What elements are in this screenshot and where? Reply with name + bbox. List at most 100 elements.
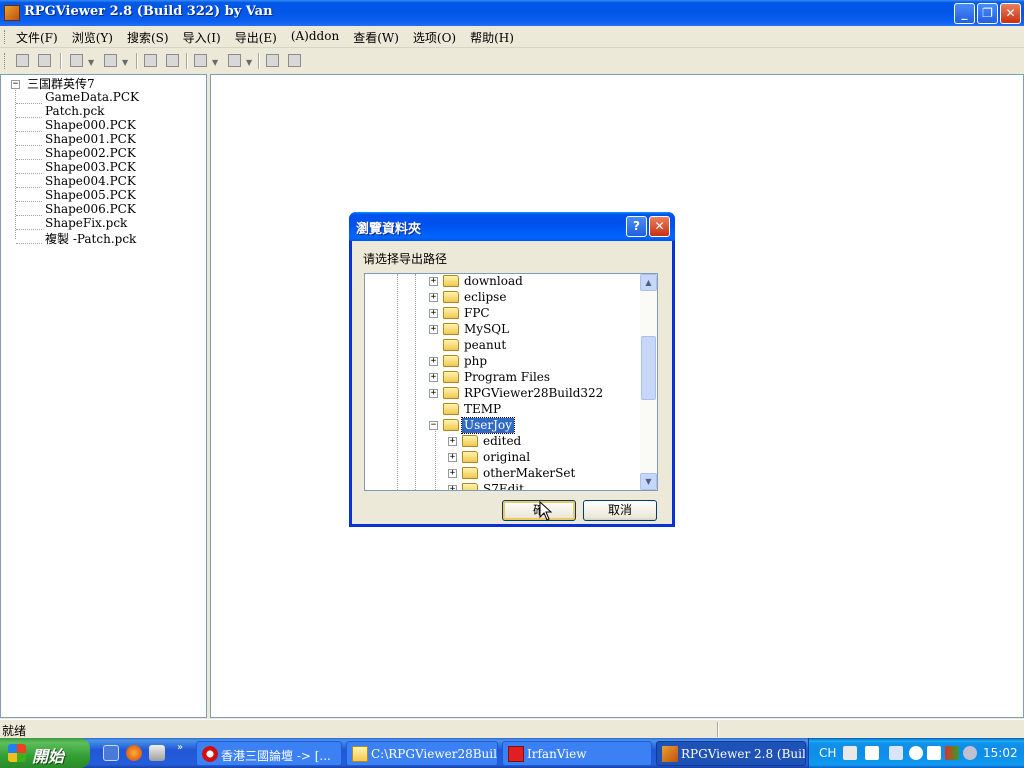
app-icon[interactable] bbox=[4, 5, 20, 21]
collapse-icon[interactable]: − bbox=[429, 421, 438, 430]
expand-icon[interactable]: + bbox=[448, 437, 457, 446]
save-icon[interactable] bbox=[14, 52, 32, 70]
clock[interactable]: 15:02 bbox=[983, 746, 1018, 760]
expand-icon[interactable]: + bbox=[448, 453, 457, 462]
title-bar[interactable]: RPGViewer 2.8 (Build 322) by Van _ ❐ ✕ bbox=[0, 0, 1024, 26]
folder-label[interactable]: php bbox=[462, 354, 489, 369]
task-rpgviewer[interactable]: RPGViewer 2.8 (Buil... bbox=[656, 741, 806, 766]
collapse-icon[interactable]: − bbox=[11, 80, 20, 89]
expand-icon[interactable]: + bbox=[429, 277, 438, 286]
folder-label[interactable]: TEMP bbox=[462, 402, 503, 417]
folder-icon bbox=[352, 746, 368, 762]
restore-button[interactable]: ❐ bbox=[977, 3, 998, 24]
security-tray-icon[interactable] bbox=[945, 746, 959, 760]
menu-file[interactable]: 文件(F) bbox=[16, 29, 58, 46]
folder-label[interactable]: MySQL bbox=[462, 322, 511, 337]
task-irfanview[interactable]: IrfanView bbox=[502, 741, 652, 766]
folder-label[interactable]: edited bbox=[481, 434, 523, 449]
copy-icon[interactable] bbox=[142, 52, 160, 70]
tree-branch bbox=[16, 243, 42, 244]
show-desktop-icon[interactable] bbox=[103, 745, 119, 761]
folder-label[interactable]: RPGViewer28Build322 bbox=[462, 386, 605, 401]
open-folder-icon bbox=[443, 419, 459, 431]
folder-label[interactable]: S7Edit bbox=[481, 482, 526, 490]
folder-label[interactable]: peanut bbox=[462, 338, 508, 353]
close-button[interactable]: ✕ bbox=[1000, 3, 1021, 24]
folder-label[interactable]: FPC bbox=[462, 306, 492, 321]
expand-icon[interactable]: + bbox=[429, 389, 438, 398]
expand-icon[interactable]: + bbox=[429, 357, 438, 366]
export-icon[interactable]: ▼ bbox=[226, 52, 252, 70]
menu-grip[interactable] bbox=[4, 30, 7, 44]
tree-item-patch[interactable]: Patch.pck bbox=[45, 104, 104, 118]
expand-icon[interactable]: + bbox=[429, 373, 438, 382]
forward-icon[interactable]: ▼ bbox=[102, 52, 128, 70]
back-arrow-tray-icon[interactable] bbox=[909, 746, 923, 760]
menu-search[interactable]: 搜索(S) bbox=[127, 29, 169, 46]
folder-icon bbox=[462, 435, 478, 447]
dialog-help-button[interactable]: ? bbox=[626, 216, 647, 237]
folder-label[interactable]: original bbox=[481, 450, 532, 465]
expand-icon[interactable]: + bbox=[429, 325, 438, 334]
minimize-button[interactable]: _ bbox=[954, 3, 975, 24]
folder-label[interactable]: eclipse bbox=[462, 290, 508, 305]
quicklaunch-app-icon[interactable] bbox=[149, 745, 165, 761]
tree-item-shape002[interactable]: Shape002.PCK bbox=[45, 146, 136, 160]
expand-icon[interactable]: + bbox=[429, 293, 438, 302]
language-indicator[interactable]: CH bbox=[819, 746, 836, 760]
keyboard-icon[interactable] bbox=[843, 746, 857, 760]
menu-export[interactable]: 导出(E) bbox=[235, 29, 277, 46]
task-forum-browser[interactable]: 香港三國論壇 -> [... bbox=[196, 741, 342, 766]
tree-item-shape006[interactable]: Shape006.PCK bbox=[45, 202, 136, 216]
tree-branch bbox=[16, 215, 42, 216]
start-button[interactable]: 開始 bbox=[0, 738, 90, 768]
tree-item-shape005[interactable]: Shape005.PCK bbox=[45, 188, 136, 202]
import-icon[interactable]: ▼ bbox=[192, 52, 218, 70]
folder-tree[interactable]: + download + eclipse + FPC + MySQL peanu… bbox=[364, 273, 658, 491]
folder-icon bbox=[443, 291, 459, 303]
expand-icon[interactable]: + bbox=[448, 469, 457, 478]
expand-icon[interactable]: + bbox=[448, 485, 457, 490]
volume-icon[interactable] bbox=[963, 746, 977, 760]
file-tree[interactable]: − 三国群英传7 GameData.PCK Patch.pck Shape000… bbox=[0, 74, 207, 718]
tree-branch bbox=[16, 117, 42, 118]
menu-browse[interactable]: 浏览(Y) bbox=[72, 29, 113, 46]
menu-addon[interactable]: (A)ddon bbox=[291, 29, 339, 46]
network-icon[interactable] bbox=[889, 746, 903, 760]
menu-import[interactable]: 导入(I) bbox=[183, 29, 221, 46]
zonealarm-icon[interactable] bbox=[927, 746, 941, 760]
folder-tree-scrollbar[interactable]: ▲ ▼ bbox=[640, 274, 657, 490]
folder-label[interactable]: UserJoy bbox=[461, 417, 515, 434]
tree-item-shapefix[interactable]: ShapeFix.pck bbox=[45, 216, 127, 230]
scroll-thumb[interactable] bbox=[641, 336, 656, 400]
tree-item-shape001[interactable]: Shape001.PCK bbox=[45, 132, 136, 146]
back-icon[interactable]: ▼ bbox=[68, 52, 94, 70]
tree-item-shape004[interactable]: Shape004.PCK bbox=[45, 174, 136, 188]
toolbar-grip[interactable] bbox=[4, 53, 7, 69]
menu-options[interactable]: 选项(O) bbox=[413, 29, 456, 46]
dialog-close-button[interactable]: ✕ bbox=[649, 216, 670, 237]
cancel-button[interactable]: 取消 bbox=[583, 500, 657, 521]
folder-label[interactable]: otherMakerSet bbox=[481, 466, 577, 481]
help-tray-icon[interactable] bbox=[865, 746, 879, 760]
task-explorer-folder[interactable]: C:\RPGViewer28Buil... bbox=[346, 741, 498, 766]
tree-item-patch-copy[interactable]: 複製 -Patch.pck bbox=[45, 230, 136, 247]
folder-label[interactable]: Program Files bbox=[462, 370, 552, 385]
paste-icon[interactable] bbox=[164, 52, 182, 70]
tree-branch bbox=[16, 131, 42, 132]
expand-icon[interactable]: + bbox=[429, 309, 438, 318]
scroll-up-icon[interactable]: ▲ bbox=[640, 274, 657, 291]
folder-label[interactable]: download bbox=[462, 274, 525, 289]
menu-help[interactable]: 帮助(H) bbox=[470, 29, 514, 46]
window-paste-icon[interactable] bbox=[286, 52, 304, 70]
tree-item-shape003[interactable]: Shape003.PCK bbox=[45, 160, 136, 174]
firefox-icon[interactable] bbox=[126, 745, 142, 761]
quicklaunch-more-icon[interactable]: » bbox=[177, 742, 183, 753]
tree-item-gamedata[interactable]: GameData.PCK bbox=[45, 90, 139, 104]
window-copy-icon[interactable] bbox=[264, 52, 282, 70]
save-all-icon[interactable] bbox=[36, 52, 54, 70]
tree-item-shape000[interactable]: Shape000.PCK bbox=[45, 118, 136, 132]
dialog-title-bar[interactable]: 瀏覽資料夾 ? ✕ bbox=[349, 212, 675, 241]
scroll-down-icon[interactable]: ▼ bbox=[640, 473, 657, 490]
menu-view[interactable]: 查看(W) bbox=[353, 29, 399, 46]
